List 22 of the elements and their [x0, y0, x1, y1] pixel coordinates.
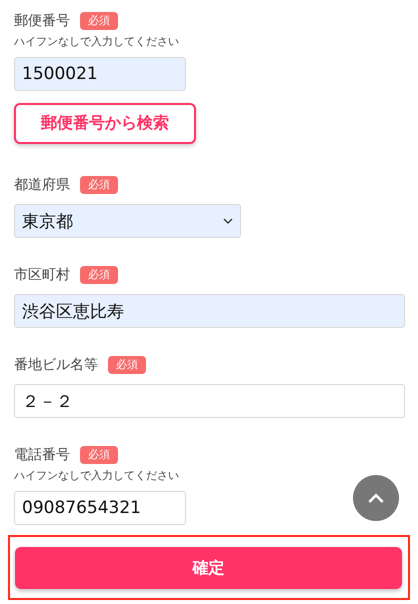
- chevron-up-icon: [368, 493, 384, 503]
- scroll-top-button[interactable]: [353, 475, 399, 521]
- input-field[interactable]: 1500021: [14, 57, 186, 91]
- field-label: 都道府県: [14, 176, 70, 194]
- input-field[interactable]: 09087654321: [14, 491, 186, 525]
- input-field[interactable]: 渋谷区恵比寿: [14, 294, 405, 328]
- required-badge: 必須: [80, 176, 118, 194]
- required-badge: 必須: [80, 446, 118, 464]
- confirm-button[interactable]: 確定: [15, 547, 402, 589]
- field-label: 郵便番号: [14, 12, 70, 30]
- chevron-down-icon: [223, 218, 233, 224]
- required-badge: 必須: [80, 266, 118, 284]
- field-label: 電話番号: [14, 446, 70, 464]
- search-button[interactable]: 郵便番号から検索: [14, 103, 196, 144]
- field-hint: ハイフンなしで入力してください: [14, 468, 180, 483]
- field-label: 市区町村: [14, 266, 70, 284]
- field-hint: ハイフンなしで入力してください: [14, 34, 180, 49]
- input-field[interactable]: ２－２: [14, 384, 405, 418]
- required-badge: 必須: [80, 12, 118, 30]
- required-badge: 必須: [108, 356, 146, 374]
- field-label: 番地ビル名等: [14, 356, 98, 374]
- select-field[interactable]: 東京都: [14, 204, 241, 238]
